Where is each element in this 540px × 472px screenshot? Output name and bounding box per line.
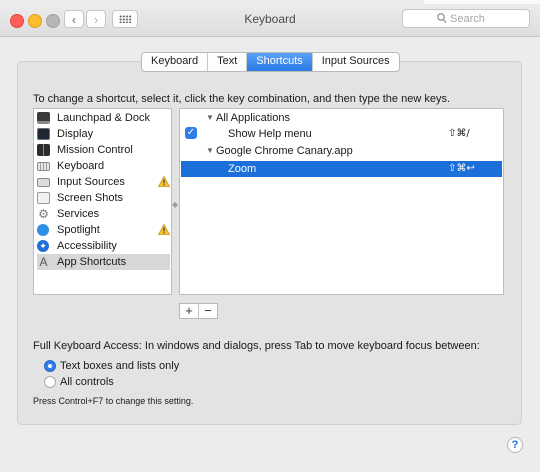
search-icon [437,13,447,24]
shortcut-keys[interactable]: ⇧⌘↩ [448,161,475,177]
group-label: Google Chrome Canary.app [216,145,353,157]
shortcut-list[interactable]: ▼ All Applications ✓ Show Help menu ⇧⌘/ … [179,108,504,295]
category-accessibility[interactable]: ✦ Accessibility [37,238,170,254]
category-display[interactable]: Display [37,126,170,142]
category-services[interactable]: ⚙ Services [37,206,170,222]
category-list[interactable]: Launchpad & Dock Display Mission Control… [33,108,172,295]
category-launchpad-dock[interactable]: Launchpad & Dock [37,110,170,126]
full-keyboard-access-label: Full Keyboard Access: In windows and dia… [33,340,480,352]
warning-icon [158,224,170,235]
accessibility-icon: ✦ [37,240,49,252]
splitter-handle[interactable]: ◆ [172,200,178,209]
tab-shortcuts[interactable]: Shortcuts [247,53,313,71]
screen-shots-icon [37,192,50,204]
category-label: Mission Control [57,144,133,156]
search-input[interactable]: Search [402,9,530,28]
radio-text-boxes-lists[interactable]: Text boxes and lists only [44,359,179,373]
shortcut-label: Zoom [228,163,257,175]
category-keyboard[interactable]: Keyboard [37,158,170,174]
category-label: Input Sources [57,176,125,188]
control-f7-hint: Press Control+F7 to change this setting. [33,396,194,406]
search-placeholder: Search [450,13,485,25]
add-button[interactable]: + [180,304,199,318]
category-label: Display [57,128,94,140]
category-label: Spotlight [57,224,100,236]
display-icon [37,128,50,140]
radio-button[interactable] [44,376,56,388]
radio-label: All controls [60,376,114,388]
radio-label: Text boxes and lists only [60,360,180,372]
category-label: Keyboard [57,160,105,172]
radio-all-controls[interactable]: All controls [44,375,114,389]
category-label: Screen Shots [57,192,124,204]
group-label: All Applications [216,112,290,124]
category-mission-control[interactable]: Mission Control [37,142,170,158]
category-input-sources[interactable]: Input Sources [37,174,170,190]
mission-control-icon [37,144,50,156]
disclosure-triangle-icon[interactable]: ▼ [206,110,214,126]
category-label: Services [57,208,100,220]
disclosure-triangle-icon[interactable]: ▼ [206,143,214,159]
shortcut-item-show-help-menu[interactable]: ✓ Show Help menu ⇧⌘/ [181,126,502,142]
remove-button[interactable]: − [199,304,217,318]
shortcut-group-google-chrome-canary[interactable]: ▼ Google Chrome Canary.app [181,143,502,159]
services-gear-icon: ⚙ [38,207,49,221]
help-button[interactable]: ? [507,437,523,453]
input-sources-icon [37,177,50,187]
category-screen-shots[interactable]: Screen Shots [37,190,170,206]
keyboard-icon [37,161,50,171]
category-spotlight[interactable]: Spotlight [37,222,170,238]
shortcut-item-zoom[interactable]: Zoom ⇧⌘↩ [181,161,502,177]
tab-bar: Keyboard Text Shortcuts Input Sources [141,52,400,72]
title-bar: ‹ › Keyboard Search [0,4,540,37]
tab-keyboard[interactable]: Keyboard [142,53,209,71]
category-label: Launchpad & Dock [57,112,150,124]
spotlight-icon [37,224,49,236]
enabled-checkbox[interactable]: ✓ [185,127,197,139]
shortcut-keys[interactable]: ⇧⌘/ [448,126,470,142]
tab-input-sources[interactable]: Input Sources [313,53,399,71]
instructions-text: To change a shortcut, select it, click t… [33,93,451,105]
category-label: Accessibility [57,240,117,252]
tab-text[interactable]: Text [208,53,248,71]
shortcut-label: Show Help menu [228,128,312,140]
shortcut-group-all-applications[interactable]: ▼ All Applications [181,110,502,126]
warning-icon [158,176,170,187]
add-remove-control: + − [179,303,218,319]
category-app-shortcuts[interactable]: A App Shortcuts [37,254,170,270]
radio-button-selected[interactable] [44,360,56,372]
launchpad-dock-icon [37,112,50,124]
category-label: App Shortcuts [57,256,127,268]
app-shortcuts-icon: A [39,255,48,269]
